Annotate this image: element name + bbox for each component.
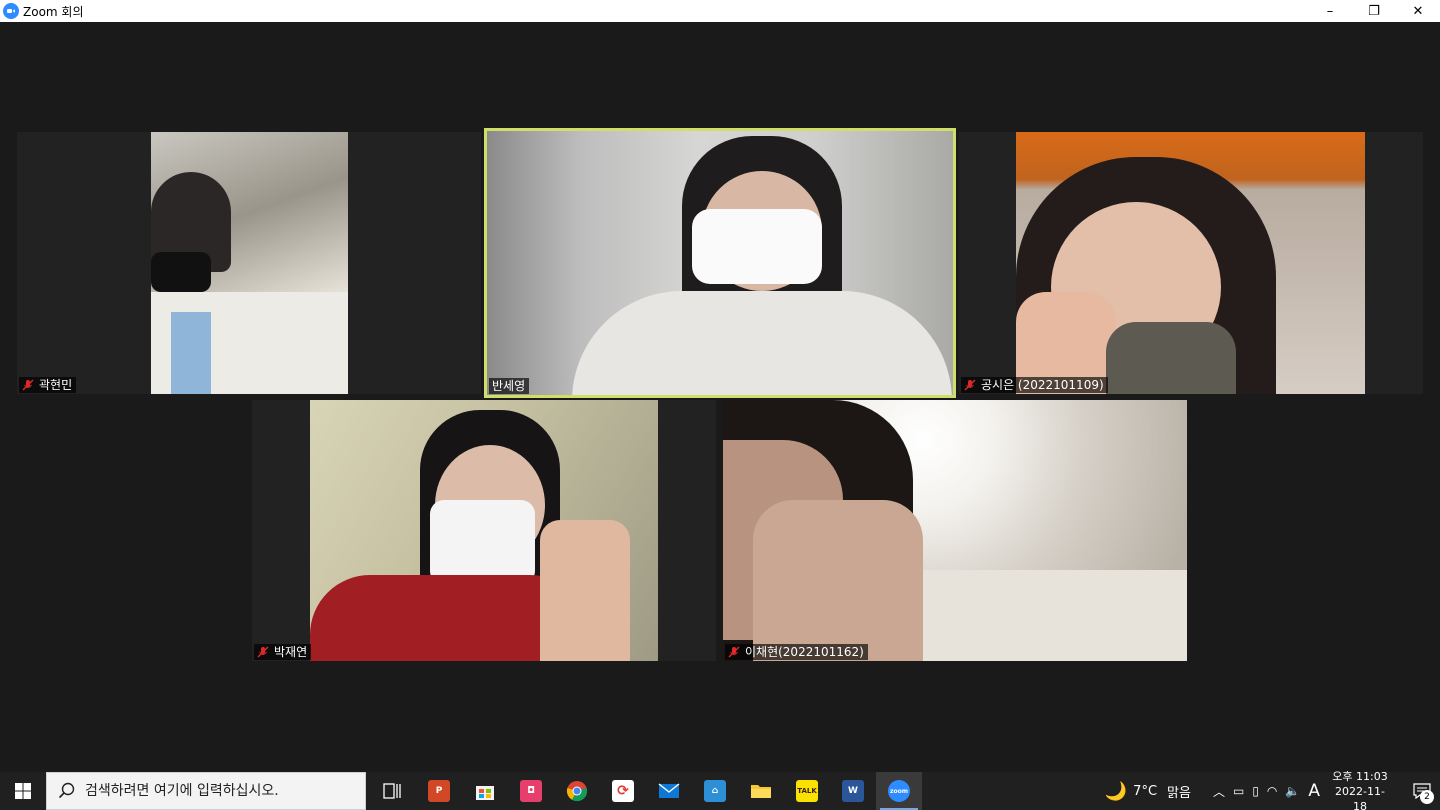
ime-indicator[interactable]: A [1308, 781, 1320, 801]
kakaotalk-icon: TALK [796, 780, 818, 802]
taskbar-clock[interactable]: 오후 11:03 2022-11-18 [1330, 769, 1390, 810]
minimize-button[interactable]: – [1308, 0, 1352, 22]
taskbar-app-pink[interactable]: ◘ [508, 772, 554, 810]
ime-app-icon: ⌂ [704, 780, 726, 802]
gallery-view: 곽현민 반세영 공시은 (2022101109) 박재연 이채현(2022101… [0, 22, 1440, 772]
participant-name: 박재연 [274, 645, 308, 659]
hand-shape [540, 520, 630, 661]
taskbar-app-store[interactable] [462, 772, 508, 810]
participant-tile-active-speaker[interactable]: 반세영 [484, 128, 956, 398]
participant-video [1016, 132, 1365, 394]
powerpoint-icon: P [428, 780, 450, 802]
participant-name-tag: 반세영 [489, 378, 530, 394]
hand-shape [753, 500, 923, 661]
taskbar-app-file-explorer[interactable] [738, 772, 784, 810]
close-button[interactable]: ✕ [1396, 0, 1440, 22]
window-title: Zoom 회의 [23, 4, 84, 19]
app-pink-icon: ◘ [520, 780, 542, 802]
windows-taskbar: P ◘ ⟳ ⌂ [0, 769, 1440, 810]
participant-name-tag: 곽현민 [19, 377, 77, 393]
search-input[interactable] [85, 783, 355, 799]
weather-widget[interactable]: 🌙 7°C 맑음 [1105, 781, 1191, 802]
task-view-button[interactable] [370, 772, 416, 810]
participant-video [487, 131, 953, 395]
taskbar-app-mail[interactable] [646, 772, 692, 810]
mic-muted-icon [728, 646, 740, 658]
notification-count-badge: 2 [1420, 790, 1434, 804]
mask-shape [151, 252, 211, 292]
taskbar-app-kakaotalk[interactable]: TALK [784, 772, 830, 810]
participant-name: 이채현(2022101162) [745, 645, 864, 659]
mail-icon [658, 783, 680, 798]
mask-shape [692, 209, 822, 284]
search-icon [58, 782, 75, 799]
participant-video [151, 132, 348, 394]
taskbar-app-chrome[interactable] [554, 772, 600, 810]
participant-name: 공시은 (2022101109) [981, 378, 1104, 392]
participant-tile[interactable]: 곽현민 [17, 132, 481, 394]
sleeve-shape [1106, 322, 1236, 394]
participant-name-tag: 박재연 [254, 644, 312, 660]
windows-logo-icon [15, 783, 31, 799]
title-bar: Zoom 회의 – ❐ ✕ [0, 0, 1440, 22]
volume-icon[interactable]: 🔈 [1285, 784, 1300, 798]
mic-muted-icon [964, 379, 976, 391]
start-button[interactable] [0, 772, 46, 810]
zoom-logo-icon [3, 3, 19, 19]
device-icon[interactable]: ▯ [1252, 784, 1259, 798]
participant-video [310, 400, 658, 661]
clock-date: 2022-11-18 [1335, 784, 1385, 810]
store-icon [476, 786, 494, 800]
participant-tile[interactable]: 박재연 [252, 400, 716, 661]
wifi-icon[interactable]: ◠ [1267, 784, 1277, 798]
participant-video [723, 400, 1187, 661]
sync-icon: ⟳ [612, 780, 634, 802]
chrome-icon [566, 781, 588, 802]
word-icon: W [842, 780, 864, 802]
zoom-window: Zoom 회의 – ❐ ✕ 곽현민 반세영 공시은 (2022101109) 박… [0, 0, 1440, 810]
mask-shape [430, 500, 535, 585]
taskbar-app-zoom[interactable]: zoom [876, 772, 922, 810]
task-view-icon [383, 783, 401, 799]
tray-icons: ︿ ▭ ▯ ◠ 🔈 A [1213, 781, 1320, 801]
battery-icon[interactable]: ▭ [1233, 784, 1244, 798]
taskbar-app-ime[interactable]: ⌂ [692, 772, 738, 810]
folder-icon [751, 785, 771, 798]
taskbar-app-powerpoint[interactable]: P [416, 772, 462, 810]
mic-muted-icon [257, 646, 269, 658]
participant-name: 반세영 [492, 379, 526, 393]
participant-name-tag: 이채현(2022101162) [725, 644, 868, 660]
participant-tile[interactable]: 이채현(2022101162) [723, 400, 1187, 661]
window-controls: – ❐ ✕ [1308, 0, 1440, 22]
participant-name-tag: 공시은 (2022101109) [961, 377, 1108, 393]
shirt-shape [171, 312, 211, 394]
taskbar-app-word[interactable]: W [830, 772, 876, 810]
zoom-icon: zoom [888, 780, 910, 802]
notification-center-button[interactable]: 2 [1404, 772, 1440, 810]
chevron-up-icon[interactable]: ︿ [1213, 783, 1225, 800]
sweater-shape [572, 291, 952, 395]
weather-temp: 7°C [1133, 783, 1158, 799]
weather-condition: 맑음 [1167, 785, 1191, 801]
restore-button[interactable]: ❐ [1352, 0, 1396, 22]
participant-tile[interactable]: 공시은 (2022101109) [959, 132, 1423, 394]
system-tray: 🌙 7°C 맑음 ︿ ▭ ▯ ◠ 🔈 A 오후 11:03 2022-11-18… [1105, 769, 1440, 810]
taskbar-search[interactable] [46, 772, 366, 810]
taskbar-app-sync[interactable]: ⟳ [600, 772, 646, 810]
participant-name: 곽현민 [39, 378, 73, 392]
mic-muted-icon [22, 379, 34, 391]
taskbar-apps: P ◘ ⟳ ⌂ TALK W zoom [370, 772, 922, 810]
moon-icon: 🌙 [1104, 780, 1128, 802]
wall-shape [923, 570, 1187, 661]
clock-time: 오후 11:03 [1332, 769, 1388, 783]
